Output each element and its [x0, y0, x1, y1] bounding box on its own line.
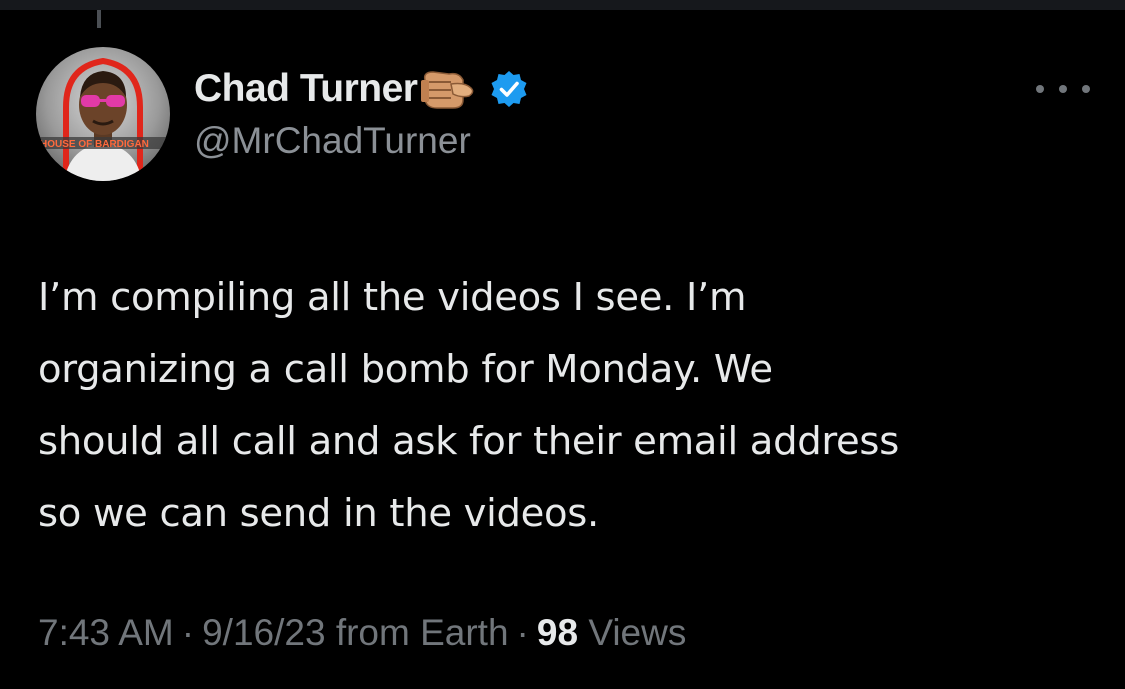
more-options-icon[interactable] [1036, 74, 1090, 104]
meta-separator: · [516, 612, 529, 653]
svg-text:HOUSE OF BARDIGAN: HOUSE OF BARDIGAN [40, 139, 149, 150]
pointing-fist-emoji-icon [419, 66, 479, 112]
tweet-text: I’m compiling all the videos I see. I’m … [38, 275, 899, 536]
tweet: HOUSE OF BARDIGAN Chad Turner @MrChadTur [0, 0, 1125, 689]
tweet-time[interactable]: 7:43 AM [38, 612, 174, 653]
tweet-meta: 7:43 AM · 9/16/23 from Earth · 98 Views [38, 612, 686, 654]
more-dot [1036, 85, 1044, 93]
more-dot [1059, 85, 1067, 93]
more-dot [1082, 85, 1090, 93]
avatar-image: HOUSE OF BARDIGAN [36, 47, 170, 181]
views-label[interactable]: Views [588, 612, 686, 653]
author-row: Chad Turner [194, 64, 529, 114]
views-count[interactable]: 98 [537, 612, 578, 653]
verified-badge-icon [489, 69, 529, 109]
meta-separator: · [181, 612, 195, 653]
author-handle[interactable]: @MrChadTurner [194, 120, 471, 162]
tweet-date-source[interactable]: 9/16/23 from Earth [202, 612, 508, 653]
avatar[interactable]: HOUSE OF BARDIGAN [36, 47, 170, 181]
author-display-name[interactable]: Chad Turner [194, 67, 418, 111]
